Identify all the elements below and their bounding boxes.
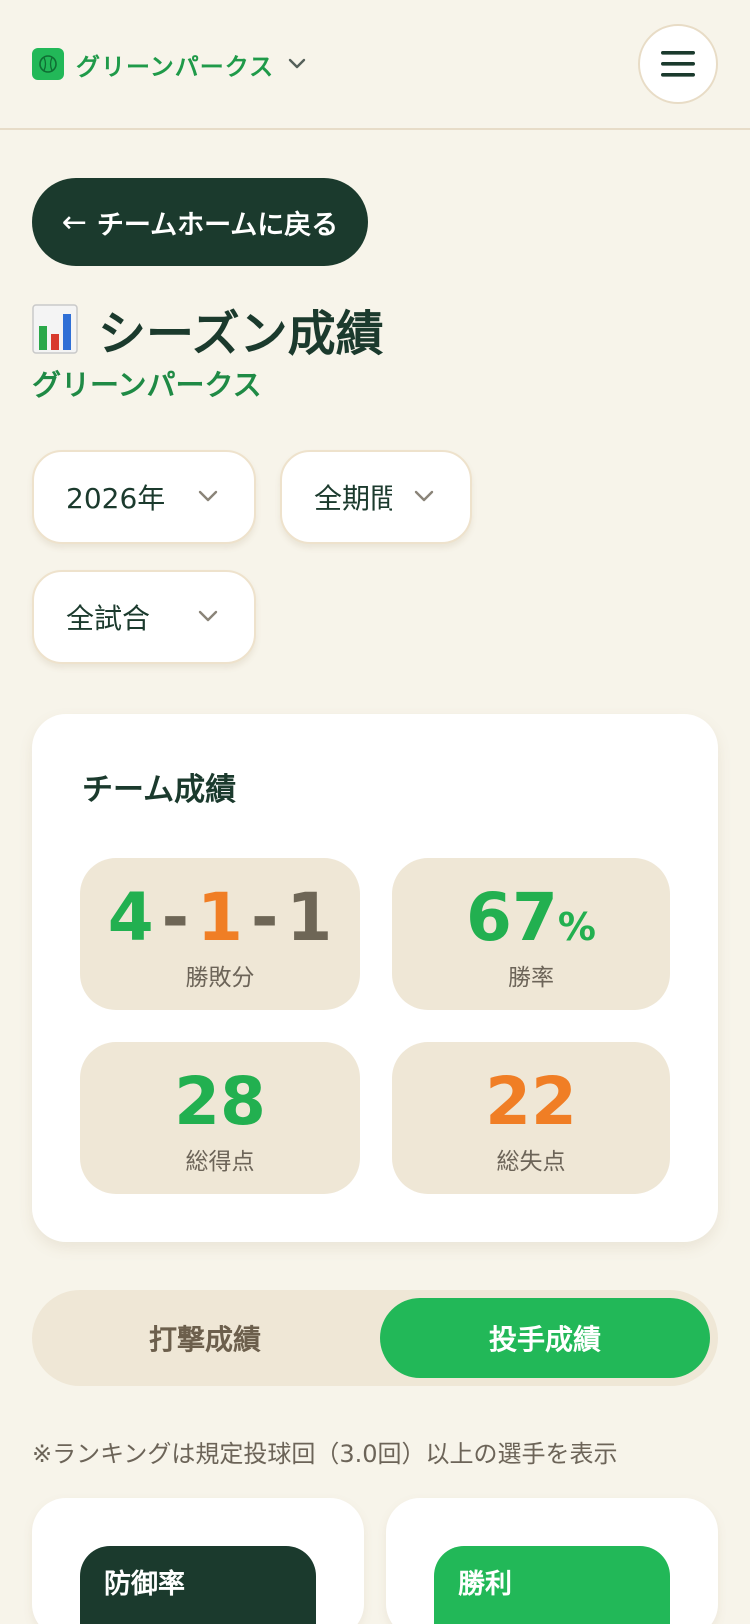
chevron-down-icon	[198, 610, 218, 622]
runs-allowed-value: 22	[485, 1063, 577, 1140]
win-rate-label: 勝率	[508, 965, 554, 991]
record-separator: -	[250, 879, 279, 956]
chevron-down-icon	[198, 490, 218, 502]
ranking-note: ※ランキングは規定投球回（3.0回）以上の選手を表示	[32, 1440, 618, 1468]
era-ranking-card: 防御率	[32, 1498, 364, 1624]
tab-batting[interactable]: 打撃成績	[40, 1298, 370, 1378]
record-stat: 4-1-1 勝敗分	[80, 858, 360, 1010]
bar-chart-icon	[32, 304, 78, 354]
team-stats-title: チーム成績	[82, 772, 237, 808]
runs-scored-stat: 28 総得点	[80, 1042, 360, 1194]
year-select-value: 2026年	[66, 482, 166, 515]
chevron-down-icon	[288, 58, 306, 69]
app-header: グリーンパークス	[0, 0, 750, 130]
period-select[interactable]: 全期間	[280, 450, 472, 544]
back-to-team-home-button[interactable]: ← チームホームに戻る	[32, 178, 368, 266]
period-select-value: 全期間	[314, 482, 392, 515]
menu-button[interactable]	[638, 24, 718, 104]
page-subtitle: グリーンパークス	[32, 368, 262, 402]
win-rate-value: 67%	[392, 880, 670, 965]
chevron-down-icon	[414, 490, 434, 502]
year-select[interactable]: 2026年	[32, 450, 256, 544]
game-type-select-value: 全試合	[66, 602, 151, 635]
win-rate-number: 67	[466, 879, 558, 956]
baseball-icon	[32, 48, 64, 80]
win-rate-unit: %	[557, 905, 596, 949]
win-rate-stat: 67% 勝率	[392, 858, 670, 1010]
record-label: 勝敗分	[185, 965, 255, 991]
draws-value: 1	[286, 879, 333, 956]
runs-scored-label: 総得点	[185, 1149, 255, 1175]
record-value: 4-1-1	[80, 880, 360, 956]
game-type-select[interactable]: 全試合	[32, 570, 256, 664]
runs-allowed-stat: 22 総失点	[392, 1042, 670, 1194]
era-ranking-header: 防御率	[80, 1546, 316, 1624]
tab-pitching[interactable]: 投手成績	[380, 1298, 710, 1378]
team-name: グリーンパークス	[76, 52, 275, 81]
hamburger-menu-icon	[661, 51, 695, 77]
stats-tab-bar: 打撃成績 投手成績	[32, 1290, 718, 1386]
runs-scored-value: 28	[174, 1063, 266, 1140]
team-stats-card: チーム成績 4-1-1 勝敗分 67% 勝率 28 総得点 22 総失点	[32, 714, 718, 1242]
page-title-text: シーズン成績	[98, 306, 384, 362]
arrow-left-icon: ←	[61, 204, 87, 240]
wins-ranking-card: 勝利	[386, 1498, 718, 1624]
wins-value: 4	[107, 879, 154, 956]
page-title: シーズン成績	[32, 296, 384, 362]
wins-ranking-header: 勝利	[434, 1546, 670, 1624]
back-button-label: チームホームに戻る	[96, 209, 339, 241]
record-separator: -	[161, 879, 190, 956]
losses-value: 1	[197, 879, 243, 956]
team-switcher[interactable]: グリーンパークス	[32, 47, 306, 81]
runs-allowed-label: 総失点	[496, 1149, 566, 1175]
